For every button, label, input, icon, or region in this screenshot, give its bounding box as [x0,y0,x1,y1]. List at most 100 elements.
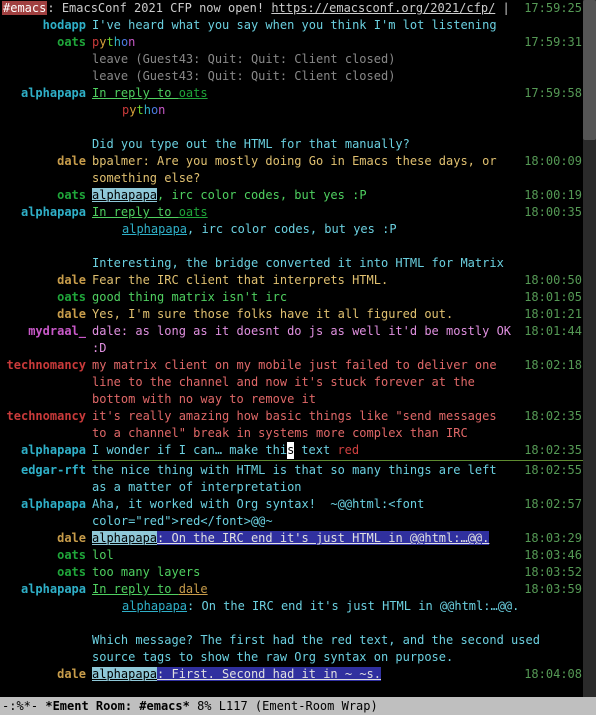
sender-label: alphapapa [0,204,92,221]
sender-label: dale [0,306,92,323]
message-line: oatspython17:59:31 [0,34,596,51]
sender-label: edgar-rft [0,462,92,479]
mention: : First. Second had it in ~ ~s. [157,667,381,681]
message-body: I've heard what you say when you think I… [92,17,582,34]
message-body: I wonder if I can… make this text red [92,442,516,459]
timestamp: 17:59:58 [524,85,582,102]
timestamp: 18:02:57 [524,496,582,513]
sender-label: dale [0,666,92,683]
message-body: alphapapa, irc color codes, but yes :P [92,187,516,204]
sender-label: hodapp [0,17,92,34]
message-body: python [92,102,582,119]
message-body: too many layers [92,564,516,581]
message-body: my matrix client on my mobile just faile… [92,357,516,408]
sender-label: oats [0,564,92,581]
sender-label: technomancy [0,357,92,374]
timestamp: 18:03:59 [524,581,582,598]
message-line: alphapapa: On the IRC end it's just HTML… [0,598,596,615]
line-number: L117 [219,699,248,713]
mention: alphapapa [92,667,157,681]
message-body: In reply to dale [92,581,516,598]
sender-label: mydraal_ [0,323,92,340]
message-line: edgar-rftthe nice thing with HTML is tha… [0,462,596,496]
message-line: mydraal_dale: as long as it doesnt do js… [0,323,596,357]
message-body: leave (Guest43: Quit: Quit: Client close… [92,68,582,85]
timestamp: 18:02:35 [524,408,582,425]
sender-label: oats [0,187,92,204]
timestamp: 18:03:29 [524,530,582,547]
message-body: Which message? The first had the red tex… [92,632,582,666]
mention: alphapapa [92,188,157,202]
message-line: technomancymy matrix client on my mobile… [0,357,596,408]
sender-label: alphapapa [0,581,92,598]
message-line: oatsalphapapa, irc color codes, but yes … [0,187,596,204]
message-body: good thing matrix isn't irc [92,289,516,306]
message-line: Did you type out the HTML for that manua… [0,136,596,153]
message-line: alphapapa, irc color codes, but yes :P [0,221,596,238]
topic-url[interactable]: https://emacsconf.org/2021/cfp/ [271,1,495,15]
message-body: In reply to oats [92,204,516,221]
timestamp: 17:59:31 [524,34,582,51]
message-line: dalebpalmer: Are you mostly doing Go in … [0,153,596,187]
message-line: python [0,102,596,119]
sender-label: dale [0,530,92,547]
sender-label: oats [0,547,92,564]
timestamp: 18:00:09 [524,153,582,170]
sender-label: alphapapa [0,496,92,513]
message-body: dale: as long as it doesnt do js as well… [92,323,516,357]
message-line: dalealphapapa: First. Second had it in ~… [0,666,596,683]
message-line: alphapapaAha, it worked with Org syntax!… [0,496,596,530]
message-line: dalealphapapa: On the IRC end it's just … [0,530,596,547]
scrollbar-thumb[interactable] [583,0,596,140]
message-line: Interesting, the bridge converted it int… [0,255,596,272]
message-body: alphapapa: First. Second had it in ~ ~s. [92,666,516,683]
message-list[interactable]: hodappI've heard what you say when you t… [0,17,596,683]
sender-label: technomancy [0,408,92,425]
message-body: Aha, it worked with Org syntax! ~@@html:… [92,496,516,530]
blank-line [0,119,596,136]
notice-line: leave (Guest43: Quit: Quit: Client close… [0,68,596,85]
message-line: Which message? The first had the red tex… [0,632,596,666]
message-body: leave (Guest43: Quit: Quit: Client close… [92,51,582,68]
message-body: bpalmer: Are you mostly doing Go in Emac… [92,153,516,187]
message-line: hodappI've heard what you say when you t… [0,17,596,34]
mention: : On the IRC end it's just HTML in @@htm… [157,531,489,545]
message-body: alphapapa: On the IRC end it's just HTML… [92,530,516,547]
notice-line: leave (Guest43: Quit: Quit: Client close… [0,51,596,68]
message-line: alphapapaIn reply to oats 17:59:58 [0,85,596,102]
timestamp: 18:04:08 [524,666,582,683]
chat-room: #emacs: EmacsConf 2021 CFP now open! htt… [0,0,596,697]
timestamp: 17:59:25 [524,0,582,17]
message-line: technomancyit's really amazing how basic… [0,408,596,442]
message-body: Fear the IRC client that interprets HTML… [92,272,516,289]
scrollbar-track[interactable] [583,0,596,697]
sender-label: dale [0,272,92,289]
timestamp: 18:03:46 [524,547,582,564]
sender-label: oats [0,289,92,306]
sender-label: oats [0,34,92,51]
timestamp: 18:02:55 [524,462,582,479]
timestamp: 18:02:18 [524,357,582,374]
message-body: the nice thing with HTML is that so many… [92,462,516,496]
message-body: alphapapa, irc color codes, but yes :P [92,221,582,238]
message-body: Interesting, the bridge converted it int… [92,255,582,272]
timestamp: 18:03:52 [524,564,582,581]
timestamp: 18:01:05 [524,289,582,306]
mention: alphapapa [92,531,157,545]
message-body: it's really amazing how basic things lik… [92,408,516,442]
message-line: daleFear the IRC client that interprets … [0,272,596,289]
buffer-name: *Ement Room: #emacs* [45,699,190,713]
message-body: In reply to oats [92,85,516,102]
blank-line [0,238,596,255]
message-body: alphapapa: On the IRC end it's just HTML… [92,598,582,615]
timestamp: 18:00:19 [524,187,582,204]
blank-line [0,615,596,632]
message-line: alphapapaIn reply to dale 18:03:59 [0,581,596,598]
sender-label: alphapapa [0,85,92,102]
mode-line: -:%*- *Ement Room: #emacs* 8% L117 (Emen… [0,697,596,715]
message-line: oatstoo many layers 18:03:52 [0,564,596,581]
message-body: Did you type out the HTML for that manua… [92,136,582,153]
message-line: alphapapaIn reply to oats18:00:35 [0,204,596,221]
channel-chip: #emacs [2,1,47,15]
sender-label: dale [0,153,92,170]
